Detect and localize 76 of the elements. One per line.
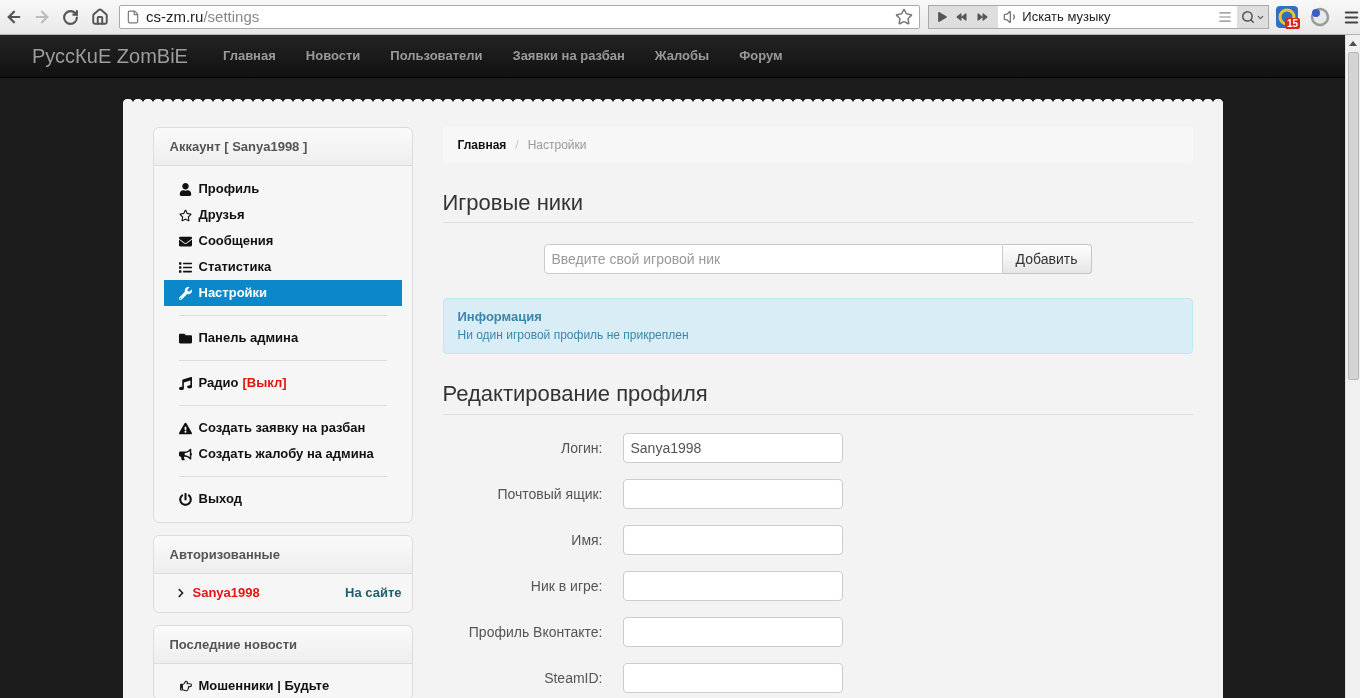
notification-badge: 15 (1285, 18, 1301, 29)
form-input[interactable]: Sanya1998 (622, 433, 843, 463)
power-icon (178, 492, 192, 506)
rewind-icon[interactable] (955, 12, 969, 22)
sidebar-menu-item[interactable]: Настройки (163, 280, 402, 306)
reload-icon[interactable] (61, 8, 79, 26)
card-title: Аккаунт [ Sanya1998 ] (169, 137, 308, 156)
card-title: Последние новости (169, 635, 298, 654)
form-input[interactable] (622, 525, 843, 555)
alert-text: Ни один игровой профиль не прикреплен (457, 327, 689, 344)
form-input[interactable] (622, 663, 843, 693)
nick-input[interactable]: Введите свой игровой ник (543, 244, 1003, 274)
sidebar-menu-item[interactable]: Статистика (163, 254, 402, 280)
scrollbar[interactable] (1345, 35, 1360, 698)
folder-icon (178, 331, 192, 345)
sidebar-menu-item[interactable]: Создать жалобу на админа (163, 441, 402, 467)
card-title: Авторизованные (169, 545, 280, 564)
nav-link[interactable]: Новости (290, 46, 376, 66)
envelope-icon (178, 234, 192, 248)
search-icon (1240, 10, 1255, 24)
sidebar-menu-item[interactable]: Выход (163, 486, 402, 512)
form-input[interactable] (622, 617, 843, 647)
online-status: На сайте (345, 584, 402, 603)
extension-circle-icon[interactable] (1310, 7, 1330, 27)
sidebar-menu-item[interactable]: Сообщения (163, 228, 402, 254)
sidebar-menu-item[interactable]: Профиль (163, 176, 402, 202)
form-label: Профиль Вконтакте: (468, 622, 603, 642)
scrollbar-thumb[interactable] (1347, 52, 1359, 380)
bookmark-star-icon[interactable] (895, 8, 914, 26)
section-heading: Игровые ники (442, 190, 583, 216)
music-search-field[interactable]: Искать музыку (998, 6, 1238, 28)
music-note-icon (178, 376, 192, 390)
breadcrumb-item[interactable]: Главная (457, 136, 507, 154)
menu-icon[interactable] (1343, 8, 1360, 26)
section-heading: Редактирование профиля (442, 381, 708, 407)
nav-link[interactable]: Пользователи (375, 46, 498, 66)
scroll-up-arrow-icon[interactable] (1349, 41, 1357, 46)
form-label: Ник в игре: (530, 576, 603, 596)
breadcrumb-item: Настройки (527, 137, 587, 154)
sidebar-menu-item[interactable]: Радио [Выкл] (163, 370, 402, 396)
form-label: SteamID: (544, 668, 603, 688)
user-icon (178, 182, 192, 196)
form-label: Логин: (560, 438, 603, 458)
hand-pointing-icon (178, 680, 193, 692)
add-button[interactable]: Добавить (1002, 244, 1092, 274)
megaphone-icon (178, 447, 192, 461)
nav-link[interactable]: Заявки на разбан (497, 46, 640, 66)
news-link[interactable]: Мошенники | Будьте (198, 676, 330, 696)
music-search-text: Искать музыку (1022, 8, 1111, 27)
play-icon[interactable] (938, 12, 948, 22)
sidebar-menu-item[interactable]: Панель админа (163, 325, 402, 351)
sidebar-menu-item[interactable]: Друзья (163, 202, 402, 228)
form-label: Имя: (571, 530, 603, 550)
chevron-right-icon (176, 588, 185, 598)
nav-link[interactable]: Главная (207, 46, 291, 66)
url-text: cs-zm.ru/settings (145, 8, 260, 26)
breadcrumb-separator: / (514, 137, 520, 154)
nav-link[interactable]: Форум (724, 46, 798, 66)
site-brand[interactable]: РуссКuE ZomBiE (32, 41, 188, 71)
wrench-icon (178, 286, 192, 300)
list-icon (178, 260, 192, 274)
user-name[interactable]: Sanya1998 (192, 583, 260, 603)
star-icon (178, 208, 192, 222)
form-label: Почтовый ящик: (497, 484, 603, 504)
warning-icon (178, 421, 192, 435)
form-input[interactable] (622, 479, 843, 509)
sidebar-menu-item[interactable]: Создать заявку на разбан (163, 415, 402, 441)
page-icon (125, 10, 140, 24)
nav-link[interactable]: Жалобы (639, 46, 725, 66)
address-field[interactable]: cs-zm.ru/settings (118, 5, 921, 29)
alert-title: Информация (457, 308, 542, 326)
back-icon[interactable] (5, 8, 23, 26)
form-input[interactable] (622, 571, 843, 601)
home-icon[interactable] (90, 8, 109, 26)
list-icon[interactable] (1218, 10, 1233, 24)
fast-forward-icon[interactable] (976, 12, 990, 22)
